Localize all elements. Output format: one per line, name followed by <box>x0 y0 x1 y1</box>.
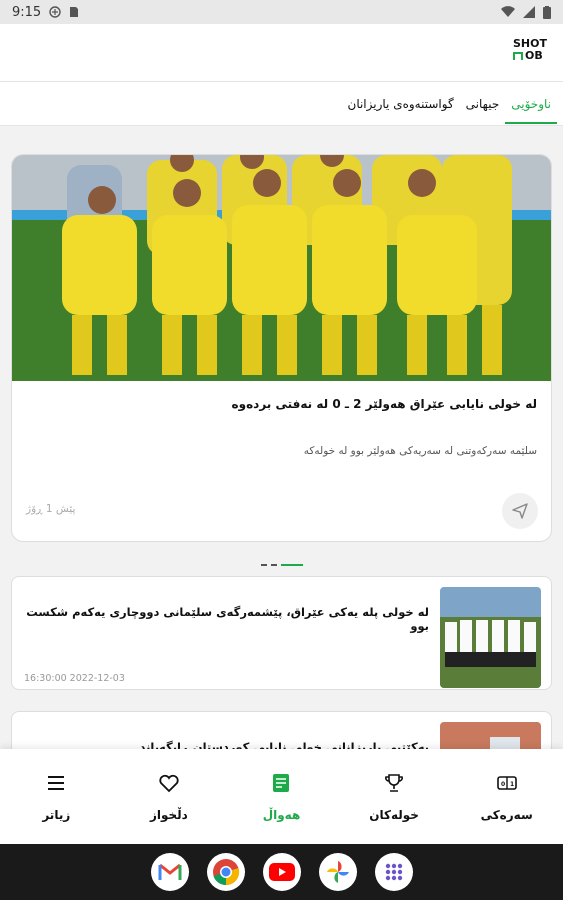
team-photo <box>12 155 551 381</box>
sync-icon <box>49 6 61 18</box>
news-list-item[interactable]: لە خولی پلە یەکی عێراق، پێشمەرگەی سلێمان… <box>11 576 552 690</box>
news-thumbnail <box>440 722 541 749</box>
tab-transfers[interactable]: گواستنەوەی یاریزانان <box>342 82 460 126</box>
carousel-dot[interactable] <box>270 564 277 566</box>
youtube-icon[interactable] <box>262 853 301 891</box>
status-time: 9:15 <box>12 4 42 20</box>
news-thumbnail <box>440 587 541 688</box>
shotgoal-logo[interactable]: SHOT OB <box>513 38 549 68</box>
carousel-dot[interactable] <box>260 564 267 566</box>
nav-news[interactable]: هەواڵ <box>225 749 338 844</box>
nav-home[interactable]: 01 سەرەکی <box>450 749 563 844</box>
tab-world[interactable]: جیهانی <box>460 82 506 126</box>
nav-label: دڵخواز <box>149 807 188 822</box>
send-icon <box>512 503 528 519</box>
trophy-icon <box>385 773 404 792</box>
svg-text:0: 0 <box>501 781 505 788</box>
battery-icon <box>543 5 551 19</box>
news-list-item[interactable]: یەکێتیی یاریزانانی خولی نایابی کوردستان … <box>11 711 552 749</box>
carousel-indicator <box>0 564 563 566</box>
share-button[interactable] <box>502 493 538 529</box>
system-dock <box>0 844 563 900</box>
goal-icon <box>513 52 523 60</box>
nav-more[interactable]: زیاتر <box>0 749 113 844</box>
carousel-dot-active[interactable] <box>280 564 303 566</box>
heart-icon <box>159 774 179 792</box>
app-header: SHOT OB <box>0 24 563 82</box>
news-tabs: ناوخۆیی جیهانی گواستنەوەی یاریزانان <box>0 82 563 126</box>
nav-label: هەواڵ <box>262 807 301 822</box>
bottom-navigation: زیاتر دڵخواز هەواڵ خولەکان 01 سەرەکی <box>0 749 563 844</box>
app-drawer-icon[interactable] <box>374 853 413 891</box>
logo-line2: OB <box>525 49 543 62</box>
featured-title[interactable]: لە خولی نایابی عێراق هەولێر 2 ـ 0 لە نەف… <box>26 397 537 411</box>
featured-news-card[interactable]: لە خولی نایابی عێراق هەولێر 2 ـ 0 لە نەف… <box>11 154 552 542</box>
photos-icon[interactable] <box>318 853 357 891</box>
gmail-icon[interactable] <box>150 853 189 891</box>
nav-label: سەرەکی <box>480 807 533 822</box>
news-title[interactable]: لە خولی پلە یەکی عێراق، پێشمەرگەی سلێمان… <box>24 605 429 633</box>
featured-time: پێش 1 ڕۆژ <box>26 503 76 515</box>
wifi-icon <box>501 6 515 18</box>
menu-icon <box>48 775 65 790</box>
svg-text:1: 1 <box>510 781 514 788</box>
news-icon <box>273 773 290 792</box>
news-time: 16:30:00 2022-12-03 <box>24 673 125 684</box>
chrome-icon[interactable] <box>206 853 245 891</box>
featured-subtitle: سلێمە سەرکەوتنی لە سەریەکی هەولێر بوو لە… <box>303 445 537 457</box>
nav-label: خولەکان <box>369 807 419 822</box>
nav-leagues[interactable]: خولەکان <box>338 749 451 844</box>
nav-favorites[interactable]: دڵخواز <box>113 749 226 844</box>
scoreboard-icon: 01 <box>496 775 517 790</box>
nav-label: زیاتر <box>42 807 71 822</box>
news-title[interactable]: یەکێتیی یاریزانانی خولی نایابی کوردستان … <box>24 740 429 749</box>
sim-icon <box>70 7 79 17</box>
tab-local[interactable]: ناوخۆیی <box>505 82 557 126</box>
status-bar: 9:15 <box>0 0 563 24</box>
news-feed[interactable]: لە خولی نایابی عێراق هەولێر 2 ـ 0 لە نەف… <box>0 126 563 749</box>
signal-icon <box>523 6 535 18</box>
